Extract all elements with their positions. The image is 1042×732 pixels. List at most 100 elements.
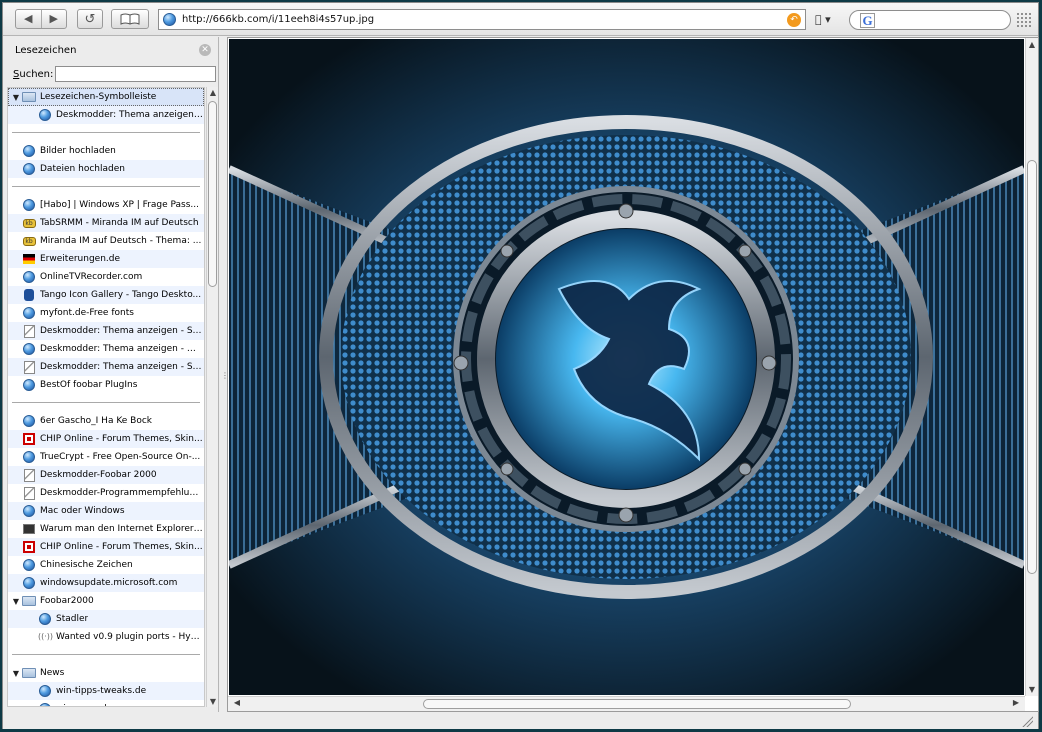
bookmark-item[interactable]: Warum man den Internet Explorer ... bbox=[8, 520, 204, 538]
search-engine-menu[interactable]:  ▾ bbox=[815, 13, 831, 26]
expand-triangle-icon[interactable]: ▼ bbox=[10, 597, 22, 606]
url-field[interactable]: http://666kb.com/i/11eeh8i4s57up.jpg ↶ bbox=[158, 9, 806, 30]
sidebar-scrollbar[interactable]: ▲ ▼ bbox=[206, 87, 218, 707]
bookmark-item[interactable]: [Habo] | Windows XP | Frage Pass... bbox=[8, 196, 204, 214]
bookmarks-sidebar: Lesezeichen ✕ Suchen: ▼ Lesezeichen-Symbo… bbox=[3, 37, 219, 712]
bookmark-label: 6er Gascho_I Ha Ke Bock bbox=[40, 416, 153, 426]
bookmark-item[interactable]: kb Miranda IM auf Deutsch - Thema: ... bbox=[8, 232, 204, 250]
forward-button[interactable]: ▶ bbox=[40, 10, 67, 28]
bookmark-item[interactable]: Deskmodder: Thema anzeigen - Wi... bbox=[8, 340, 204, 358]
bookmark-label: Deskmodder: Thema anzeigen - Wi... bbox=[40, 344, 204, 354]
bookmark-item[interactable]: win-news.de bbox=[8, 700, 204, 706]
page-content: ▲ ▼ ◀ ▶ bbox=[227, 37, 1039, 712]
globe-icon bbox=[38, 702, 52, 706]
bookmark-item[interactable]: Deskmodder: Thema anzeigen - ... bbox=[8, 106, 204, 124]
globe-icon bbox=[22, 306, 36, 320]
bookmark-item[interactable]: myfont.de-Free fonts bbox=[8, 304, 204, 322]
bookmark-label: Wanted v0.9 plugin ports - Hyd... bbox=[56, 632, 204, 642]
bookmark-label: Deskmodder: Thema anzeigen - ... bbox=[56, 110, 204, 120]
bookmark-label: Chinesische Zeichen bbox=[40, 560, 133, 570]
expand-triangle-icon[interactable]: ▼ bbox=[10, 93, 22, 102]
sidebar-title: Lesezeichen bbox=[15, 45, 77, 56]
bookmark-search-input[interactable] bbox=[55, 66, 216, 82]
bookmark-item[interactable]: Deskmodder-Programmempfehlung... bbox=[8, 484, 204, 502]
bookmark-label: Deskmodder-Programmempfehlung... bbox=[40, 488, 204, 498]
globe-icon bbox=[22, 378, 36, 392]
bookmark-label: Deskmodder: Thema anzeigen - Sa... bbox=[40, 326, 204, 336]
horizontal-scroll-thumb[interactable] bbox=[423, 699, 851, 709]
bookmark-label: Deskmodder-Foobar 2000 bbox=[40, 470, 157, 480]
globe-icon bbox=[38, 684, 52, 698]
bookmark-item[interactable]: TrueCrypt - Free Open-Source On-... bbox=[8, 448, 204, 466]
bookmark-label: OnlineTVRecorder.com bbox=[40, 272, 143, 282]
toolbar: ◀ ▶ ↺ http://666kb.com/i/11eeh8i4s57up.j… bbox=[3, 3, 1038, 36]
bookmark-label: TrueCrypt - Free Open-Source On-... bbox=[40, 452, 201, 462]
bookmark-item[interactable]: 6er Gascho_I Ha Ke Bock bbox=[8, 412, 204, 430]
globe-icon bbox=[22, 162, 36, 176]
bookmark-item[interactable]: Stadler bbox=[8, 610, 204, 628]
url-text[interactable]: http://666kb.com/i/11eeh8i4s57up.jpg bbox=[182, 14, 787, 25]
bookmark-separator bbox=[8, 394, 204, 412]
scroll-right-icon[interactable]: ▶ bbox=[1011, 698, 1021, 707]
folder-icon bbox=[22, 90, 36, 104]
bookmark-label: [Habo] | Windows XP | Frage Pass... bbox=[40, 200, 200, 210]
reload-button[interactable]: ↺ bbox=[77, 9, 103, 29]
bookmark-tree: ▼ Lesezeichen-Symbolleiste Deskmodder: The… bbox=[7, 87, 205, 707]
search-input[interactable]: G bbox=[849, 10, 1011, 30]
kb-icon: kb bbox=[22, 234, 36, 248]
wallpaper-image bbox=[229, 39, 1024, 695]
bookmark-item[interactable]: ((·)) Wanted v0.9 plugin ports - Hyd... bbox=[8, 628, 204, 646]
flag-icon bbox=[22, 252, 36, 266]
page-icon bbox=[22, 486, 36, 500]
globe-icon bbox=[22, 198, 36, 212]
bookmark-item[interactable]: kb TabSRMM - Miranda IM auf Deutsch bbox=[8, 214, 204, 232]
scroll-down-icon[interactable]: ▼ bbox=[1027, 685, 1037, 694]
toolbar-grip-icon[interactable] bbox=[1016, 12, 1032, 28]
bookmark-item[interactable]: Tango Icon Gallery - Tango Deskto... bbox=[8, 286, 204, 304]
bookmark-item[interactable]: win-tipps-tweaks.de bbox=[8, 682, 204, 700]
scroll-left-icon[interactable]: ◀ bbox=[232, 698, 242, 707]
snapback-icon[interactable]: ↶ bbox=[787, 12, 801, 27]
vertical-scroll-thumb[interactable] bbox=[1027, 160, 1037, 574]
expand-triangle-icon[interactable]: ▼ bbox=[10, 669, 22, 678]
bookmarks-button[interactable] bbox=[111, 9, 149, 29]
bookmark-item[interactable]: Mac oder Windows bbox=[8, 502, 204, 520]
bookmark-label: windowsupdate.microsoft.com bbox=[40, 578, 178, 588]
dragon-emblem-image bbox=[229, 39, 1024, 695]
bookmark-item[interactable]: windowsupdate.microsoft.com bbox=[8, 574, 204, 592]
chevron-down-icon: ▾ bbox=[825, 13, 831, 26]
bookmark-item[interactable]: Erweiterungen.de bbox=[8, 250, 204, 268]
bookmark-item[interactable]: CHIP Online - Forum Themes, Skin... bbox=[8, 538, 204, 556]
globe-icon bbox=[22, 450, 36, 464]
bookmark-label: win-news.de bbox=[56, 704, 112, 706]
vertical-scrollbar[interactable]: ▲ ▼ bbox=[1025, 38, 1038, 696]
bookmark-item[interactable]: Bilder hochladen bbox=[8, 142, 204, 160]
bookmark-item[interactable]: Deskmodder: Thema anzeigen - Sa... bbox=[8, 358, 204, 376]
sidebar-splitter[interactable]: ⋮ bbox=[220, 37, 229, 712]
bookmark-folder[interactable]: ▼ Lesezeichen-Symbolleiste bbox=[8, 88, 204, 106]
scroll-down-icon[interactable]: ▼ bbox=[208, 697, 218, 706]
horizontal-scrollbar[interactable]: ◀ ▶ bbox=[228, 696, 1025, 711]
bookmark-label: Miranda IM auf Deutsch - Thema: ... bbox=[40, 236, 202, 246]
bookmark-item[interactable]: BestOf foobar PlugIns bbox=[8, 376, 204, 394]
bookmark-item[interactable]: CHIP Online - Forum Themes, Skin... bbox=[8, 430, 204, 448]
back-button[interactable]: ◀ bbox=[16, 10, 41, 28]
scroll-up-icon[interactable]: ▲ bbox=[1027, 40, 1037, 49]
bookmark-item[interactable]: Chinesische Zeichen bbox=[8, 556, 204, 574]
bookmark-item[interactable]: OnlineTVRecorder.com bbox=[8, 268, 204, 286]
bookmark-label: News bbox=[40, 668, 65, 678]
resize-grip-icon[interactable] bbox=[1021, 715, 1033, 727]
close-icon[interactable]: ✕ bbox=[199, 44, 211, 56]
bookmark-label: Stadler bbox=[56, 614, 89, 624]
sidebar-scroll-thumb[interactable] bbox=[208, 101, 217, 287]
bookmark-item[interactable]: Deskmodder-Foobar 2000 bbox=[8, 466, 204, 484]
globe-icon bbox=[22, 342, 36, 356]
site-globe-icon bbox=[163, 13, 176, 26]
bookmark-separator bbox=[8, 178, 204, 196]
bookmark-folder[interactable]: ▼ News bbox=[8, 664, 204, 682]
bookmark-folder[interactable]: ▼ Foobar2000 bbox=[8, 592, 204, 610]
scroll-up-icon[interactable]: ▲ bbox=[208, 88, 218, 97]
bookmark-item[interactable]: Dateien hochladen bbox=[8, 160, 204, 178]
bookmark-item[interactable]: Deskmodder: Thema anzeigen - Sa... bbox=[8, 322, 204, 340]
bookmark-label: Erweiterungen.de bbox=[40, 254, 121, 264]
